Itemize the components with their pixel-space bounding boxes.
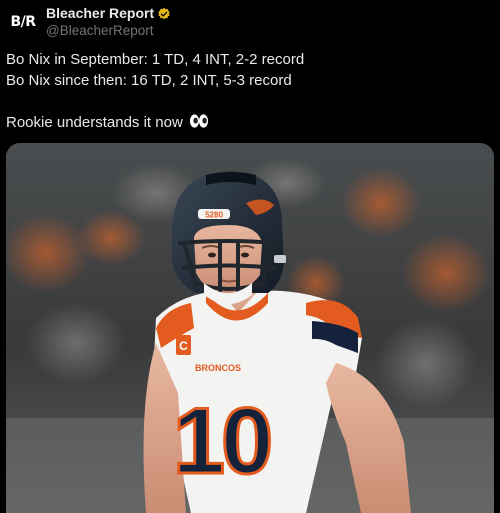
jersey-wordmark: BRONCOS bbox=[195, 363, 241, 373]
tweet-line-1: Bo Nix in September: 1 TD, 4 INT, 2-2 re… bbox=[6, 51, 305, 68]
display-name[interactable]: Bleacher Report bbox=[46, 5, 154, 22]
verified-badge-icon bbox=[157, 7, 171, 21]
handle[interactable]: @BleacherReport bbox=[46, 22, 171, 39]
player-photo: C BRONCOS 10 5280 bbox=[6, 143, 494, 513]
tweet-line-4-text: Rookie understands it now bbox=[6, 114, 183, 131]
tweet-header: B/R Bleacher Report @BleacherReport bbox=[6, 4, 171, 40]
eyes-emoji-icon bbox=[189, 113, 209, 135]
jersey-number: 10 bbox=[173, 388, 270, 493]
name-row: Bleacher Report bbox=[46, 5, 171, 22]
avatar[interactable]: B/R bbox=[6, 5, 40, 39]
helmet-text: 5280 bbox=[205, 211, 223, 220]
tweet-line-4: Rookie understands it now bbox=[6, 112, 494, 135]
author-names: Bleacher Report @BleacherReport bbox=[46, 5, 171, 39]
tweet[interactable]: B/R Bleacher Report @BleacherReport Bo N… bbox=[0, 0, 500, 513]
tweet-media[interactable]: C BRONCOS 10 5280 bbox=[6, 143, 494, 513]
tweet-line-2: Bo Nix since then: 16 TD, 2 INT, 5-3 rec… bbox=[6, 72, 292, 89]
captain-patch-text: C bbox=[179, 339, 188, 353]
tweet-text: Bo Nix in September: 1 TD, 4 INT, 2-2 re… bbox=[6, 49, 494, 135]
